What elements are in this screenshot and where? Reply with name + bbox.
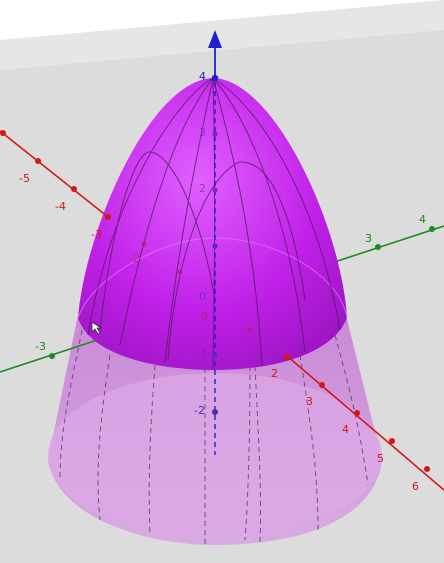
z-tick-label: -1 [197, 347, 208, 360]
x-axis-tick-dot [283, 353, 291, 361]
x-axis-tick-dot [105, 214, 111, 220]
x-axis-tick-dot [389, 438, 395, 444]
x-tick-label: 2 [271, 367, 278, 380]
x-axis-tick-dot [247, 327, 253, 333]
z-axis-tick-dot [212, 409, 218, 415]
graph-3d-view[interactable]: -3 3 4 4 3 2 -1 -2 0 0 -2 -5 -4 -3 2 3 4… [0, 0, 444, 563]
x-tick-label: 4 [342, 423, 349, 436]
z-axis-tick-dot [212, 352, 218, 358]
y-tick-label: -3 [35, 340, 46, 353]
x-axis-tick-dot [35, 158, 41, 164]
y-tick-label: 3 [365, 232, 372, 245]
x-axis-tick-dot [0, 130, 6, 136]
x-axis-tick-dot [319, 382, 325, 388]
x-tick-label: 3 [306, 395, 313, 408]
x-tick-label: 5 [377, 452, 384, 465]
y-tick-label: 4 [419, 213, 426, 226]
y-axis-tick-dot [429, 226, 435, 232]
x-tick-label: 6 [412, 480, 419, 493]
x-axis-tick-dot [71, 186, 77, 192]
x-tick-label: -4 [55, 200, 66, 213]
z-tick-label: 3 [199, 126, 206, 139]
x-axis-tick-dot [354, 410, 360, 416]
z-axis-tick-dot [212, 243, 218, 249]
origin-label: 0 [201, 310, 208, 323]
x-tick-label: -2 [129, 252, 140, 265]
z-axis-tick-dot [212, 187, 218, 193]
x-axis-tick-dot [424, 466, 430, 472]
x-tick-label: -5 [19, 172, 30, 185]
z-tick-label: 2 [199, 182, 206, 195]
z-axis-tick-dot [211, 74, 219, 82]
graph-3d-canvas[interactable]: -3 3 4 4 3 2 -1 -2 0 0 -2 -5 -4 -3 2 3 4… [0, 0, 444, 563]
z-tick-label: -2 [194, 404, 205, 417]
z-axis-tick-dot [212, 131, 218, 137]
x-axis-tick-dot [141, 241, 147, 247]
y-axis-tick-dot [49, 353, 55, 359]
x-axis-tick-dot [177, 269, 183, 275]
origin-label: 0 [199, 290, 206, 303]
z-tick-label: 4 [199, 70, 206, 83]
x-tick-label: -3 [91, 228, 102, 241]
y-axis-tick-dot [375, 244, 381, 250]
